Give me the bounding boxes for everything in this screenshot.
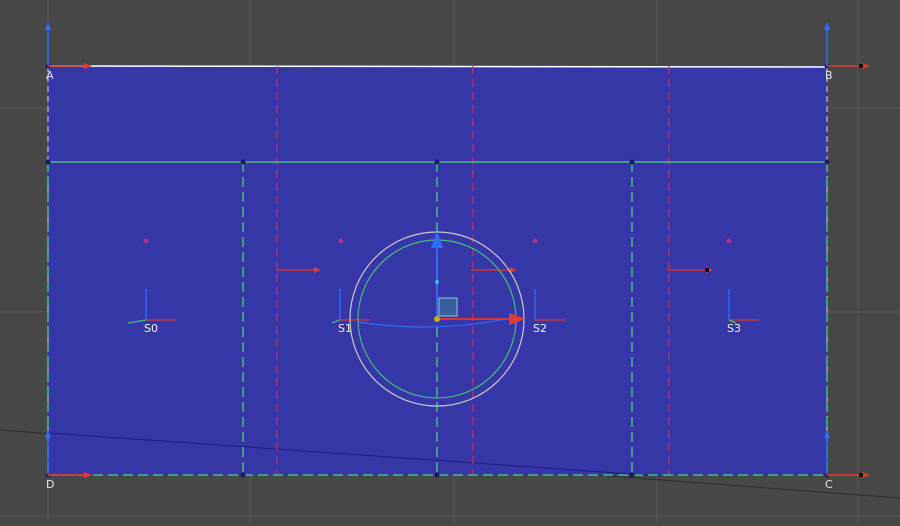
panel-top-edge xyxy=(47,65,828,68)
gizmo-small-point xyxy=(435,280,439,284)
corner-label-c: C xyxy=(825,478,833,491)
corner-label-d: D xyxy=(46,478,54,491)
corner-label-b: B xyxy=(825,69,833,82)
corner-b-axis-icon xyxy=(824,22,870,69)
section-label: S0 xyxy=(144,322,158,335)
gizmo-center-point[interactable] xyxy=(434,316,440,322)
section-pivot-point[interactable] xyxy=(726,238,732,244)
section-pivot-point[interactable] xyxy=(532,238,538,244)
corner-c-axis-icon xyxy=(824,430,870,478)
section-label: S2 xyxy=(533,322,547,335)
section-pivot-point[interactable] xyxy=(143,238,149,244)
3d-viewport[interactable]: A B D C S0 S1 S2 S3 xyxy=(0,0,900,522)
section-label: S3 xyxy=(727,322,741,335)
section-pivot-point[interactable] xyxy=(338,238,344,244)
corner-label-a: A xyxy=(46,69,54,82)
gizmo-plane-handle[interactable] xyxy=(438,297,458,317)
corner-a-axis-icon xyxy=(45,22,92,69)
